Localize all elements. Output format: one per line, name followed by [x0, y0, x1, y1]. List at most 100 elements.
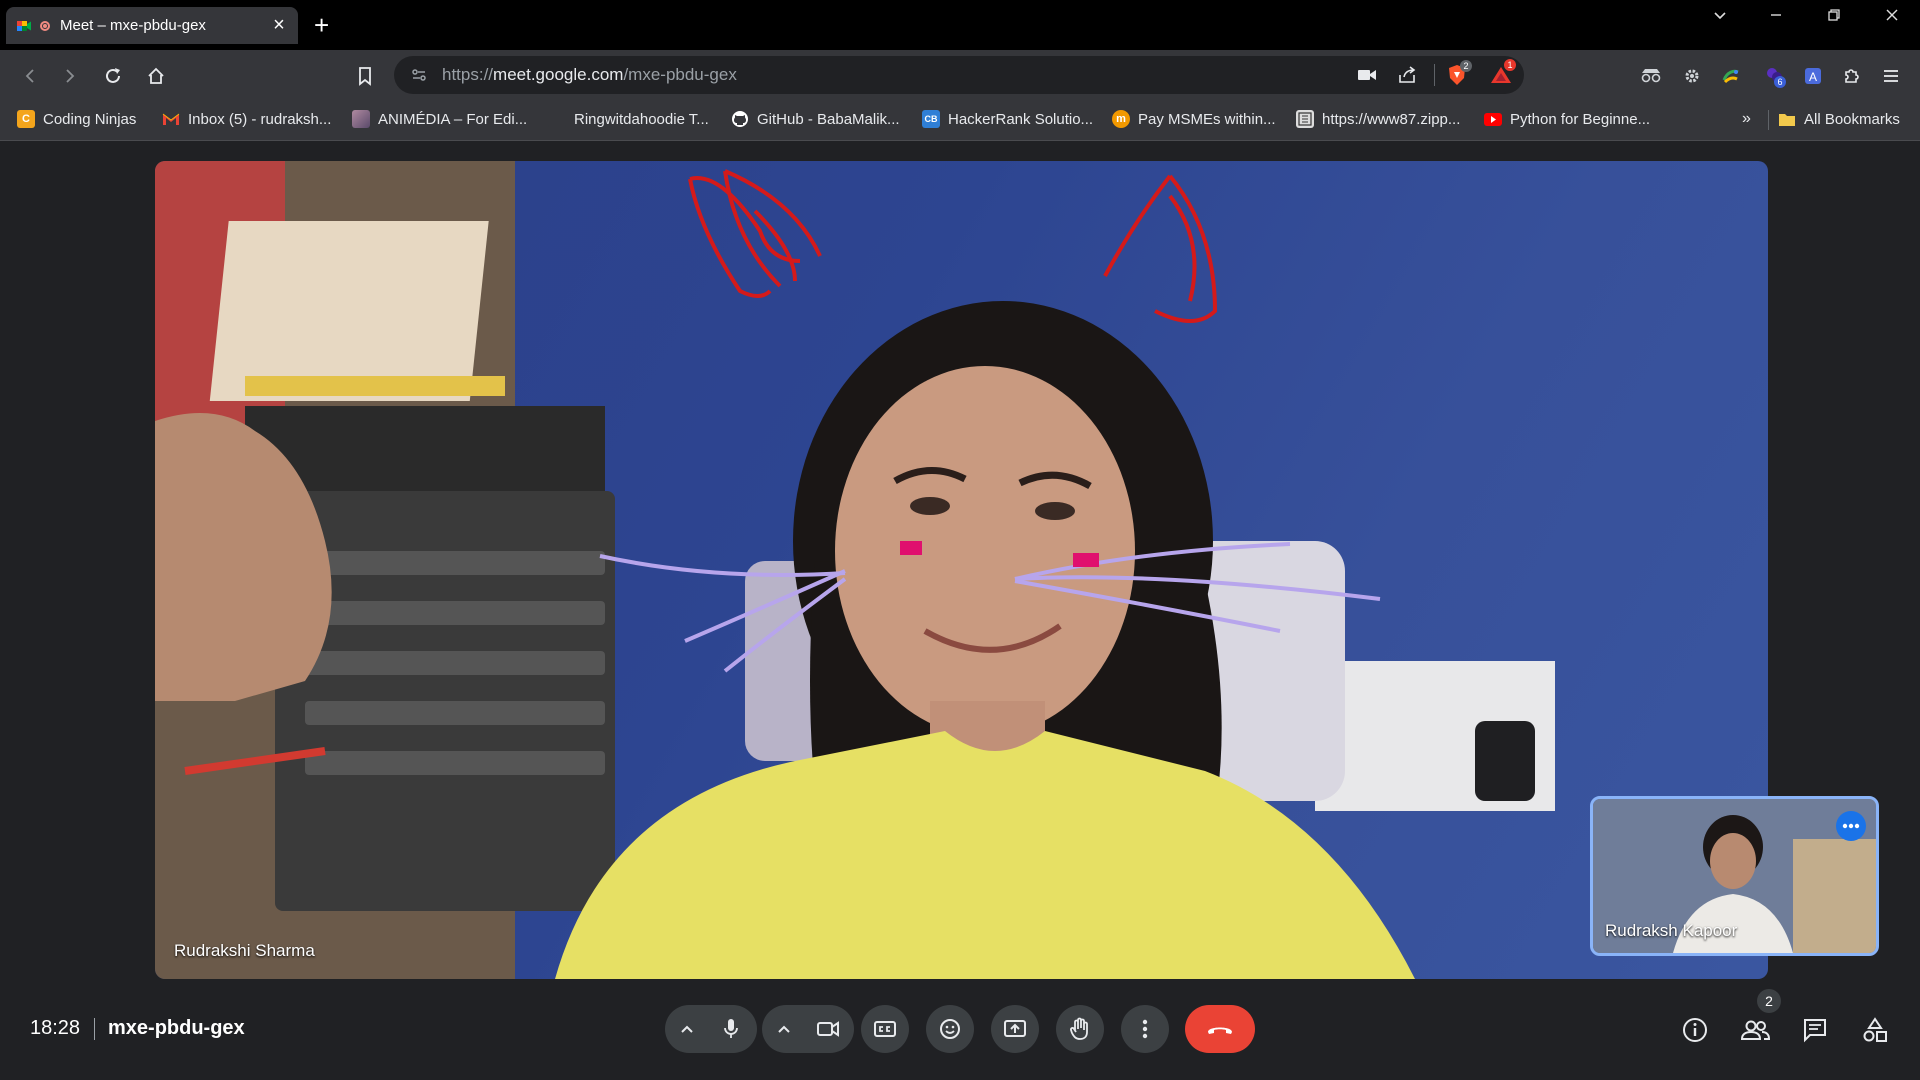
leave-call-button[interactable] — [1185, 1005, 1255, 1053]
microphone-icon[interactable] — [707, 1005, 755, 1053]
forward-button[interactable] — [56, 62, 84, 90]
emoji-icon — [940, 1019, 960, 1039]
tab-search-icon[interactable] — [1700, 6, 1740, 29]
folder-icon — [1778, 110, 1796, 128]
coding-ninjas-icon: C — [17, 110, 35, 128]
restore-button[interactable] — [1814, 6, 1854, 29]
all-bookmarks-button[interactable]: All Bookmarks — [1778, 110, 1900, 128]
chat-button[interactable] — [1799, 1014, 1831, 1046]
captions-button[interactable] — [861, 1005, 909, 1053]
svg-text:A: A — [1809, 70, 1817, 84]
hackerrank-icon: CB — [922, 110, 940, 128]
minimize-button[interactable] — [1756, 6, 1796, 29]
audio-options-chevron-icon[interactable] — [667, 1024, 707, 1034]
share-icon[interactable] — [1396, 64, 1418, 86]
more-options-button[interactable] — [1121, 1005, 1169, 1053]
close-window-button[interactable] — [1872, 6, 1912, 29]
extension-badge: 6 — [1774, 76, 1786, 88]
bookmark-label: Ringwitdahoodie T... — [574, 110, 709, 128]
raise-hand-button[interactable] — [1056, 1005, 1104, 1053]
bookmark-github[interactable]: GitHub - BabaMalik... — [731, 110, 900, 128]
camera-control[interactable] — [762, 1005, 854, 1053]
brave-shields-badge: 2 — [1460, 60, 1472, 72]
present-screen-button[interactable] — [991, 1005, 1039, 1053]
msme-icon: m — [1112, 110, 1130, 128]
all-bookmarks-label: All Bookmarks — [1804, 110, 1900, 128]
bookmark-ringwitdahoodie[interactable]: Ringwitdahoodie T... — [548, 110, 709, 128]
video-options-chevron-icon[interactable] — [764, 1024, 804, 1034]
closed-captions-icon — [874, 1021, 896, 1037]
people-icon — [1740, 1020, 1770, 1040]
bookmarks-bar: C Coding Ninjas Inbox (5) - rudraksh... … — [0, 100, 1920, 141]
recording-indicator-icon — [40, 20, 50, 31]
bookmark-msme[interactable]: m Pay MSMEs within... — [1112, 110, 1276, 128]
bookmarks-divider — [1768, 110, 1769, 130]
close-tab-icon[interactable]: × — [270, 14, 288, 37]
ringwitdahoodie-icon — [548, 110, 566, 128]
back-button[interactable] — [16, 62, 44, 90]
translate-extension-icon[interactable]: A — [1799, 62, 1827, 90]
camera-in-use-icon[interactable] — [1356, 64, 1378, 86]
purple-extension-icon[interactable]: 6 — [1760, 62, 1788, 90]
zipp-icon — [1296, 110, 1314, 128]
activities-shapes-icon — [1863, 1017, 1887, 1042]
meeting-code: mxe-pbdu-gex — [108, 1017, 245, 1039]
youtube-icon — [1484, 110, 1502, 128]
url-text: https://meet.google.com/mxe-pbdu-gex — [442, 65, 737, 84]
bottom-divider — [94, 1018, 95, 1040]
activities-button[interactable] — [1859, 1014, 1891, 1046]
bookmark-coding-ninjas[interactable]: C Coding Ninjas — [17, 110, 136, 128]
bookmark-label: HackerRank Solutio... — [948, 110, 1094, 128]
tab-meet[interactable]: Meet – mxe-pbdu-gex × — [6, 7, 298, 44]
new-tab-button[interactable]: + — [314, 10, 329, 41]
settings-extension-icon[interactable] — [1678, 62, 1706, 90]
reload-button[interactable] — [99, 62, 127, 90]
omnibox-divider — [1434, 64, 1435, 86]
bookmark-youtube[interactable]: Python for Beginne... — [1484, 110, 1650, 128]
browser-toolbar: https://meet.google.com/mxe-pbdu-gex 2 1… — [0, 50, 1920, 100]
brave-rewards-icon[interactable]: 1 — [1490, 59, 1516, 86]
bookmark-label: Coding Ninjas — [43, 110, 137, 128]
self-tile-more-options-button[interactable] — [1836, 811, 1866, 841]
colorful-extension-icon[interactable] — [1717, 62, 1745, 90]
address-bar[interactable]: https://meet.google.com/mxe-pbdu-gex 2 1 — [394, 56, 1524, 94]
browser-menu-icon[interactable] — [1877, 62, 1905, 90]
people-count-badge: 2 — [1757, 989, 1781, 1013]
bookmark-hackerrank[interactable]: CB HackerRank Solutio... — [922, 110, 1093, 128]
self-participant-name: Rudraksh Kapoor — [1605, 921, 1738, 940]
present-screen-icon — [1004, 1020, 1026, 1037]
bookmark-zipp[interactable]: https://www87.zipp... — [1296, 110, 1460, 128]
site-info-icon[interactable] — [408, 64, 430, 86]
meeting-details-button[interactable] — [1679, 1014, 1711, 1046]
people-button[interactable] — [1739, 1014, 1771, 1046]
tab-strip: Meet – mxe-pbdu-gex × + — [0, 0, 1920, 50]
bookmark-label: ANIMÉDIA – For Edi... — [378, 110, 528, 128]
reactions-button[interactable] — [926, 1005, 974, 1053]
bookmark-gmail[interactable]: Inbox (5) - rudraksh... — [162, 110, 331, 128]
self-view-tile[interactable]: Rudraksh Kapoor — [1590, 796, 1879, 956]
bookmark-icon[interactable] — [351, 62, 379, 90]
bookmark-label: Python for Beginne... — [1510, 110, 1651, 128]
github-icon — [731, 110, 749, 128]
camera-icon[interactable] — [804, 1005, 852, 1053]
home-button[interactable] — [142, 62, 170, 90]
animedia-icon — [352, 110, 370, 128]
tab-title: Meet – mxe-pbdu-gex — [60, 17, 206, 34]
bookmark-label: Pay MSMEs within... — [1138, 110, 1276, 128]
raise-hand-icon — [1070, 1017, 1088, 1040]
incognito-extension-icon[interactable] — [1637, 62, 1665, 90]
google-meet-icon — [17, 20, 31, 31]
bookmark-label: GitHub - BabaMalik... — [757, 110, 900, 128]
bookmark-animedia[interactable]: ANIMÉDIA – For Edi... — [352, 110, 527, 128]
meeting-clock: 18:28 — [30, 1017, 81, 1039]
bookmark-label: https://www87.zipp... — [1322, 110, 1461, 128]
bookmark-label: Inbox (5) - rudraksh... — [188, 110, 332, 128]
main-video-tile[interactable]: Rudrakshi Sharma — [155, 161, 1768, 979]
more-vert-icon — [1142, 1019, 1148, 1039]
hang-up-icon — [1208, 1027, 1232, 1034]
microphone-control[interactable] — [665, 1005, 757, 1053]
main-participant-name: Rudrakshi Sharma — [174, 941, 315, 960]
brave-shields-icon[interactable]: 2 — [1446, 60, 1472, 86]
bookmarks-overflow-button[interactable]: » — [1742, 110, 1751, 128]
extensions-puzzle-icon[interactable] — [1838, 62, 1866, 90]
